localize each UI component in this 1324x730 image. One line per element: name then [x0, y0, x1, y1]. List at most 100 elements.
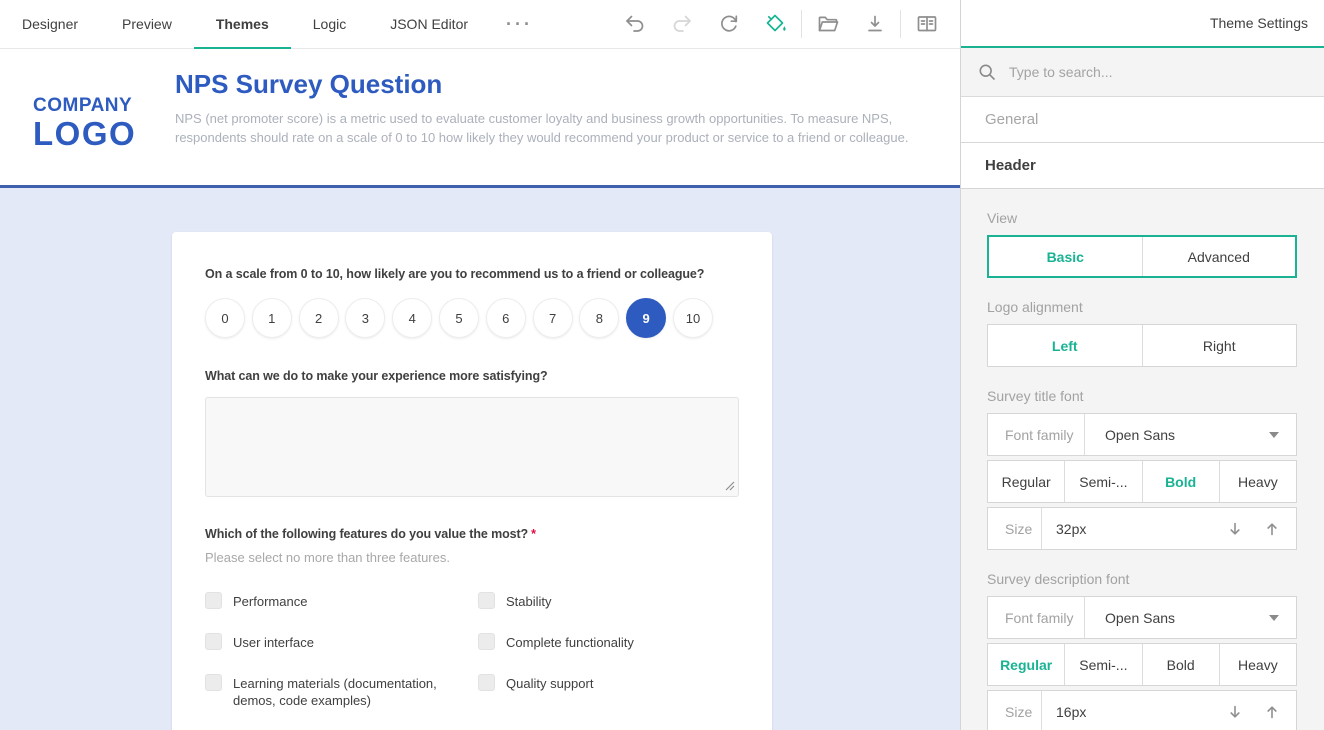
toolbar-separator [900, 10, 901, 38]
comment-input-wrap [205, 397, 739, 497]
nps-option-10[interactable]: 10 [673, 298, 713, 338]
features-question-subtitle: Please select no more than three feature… [205, 550, 739, 565]
description-font-size-row: Size 16px [987, 690, 1297, 730]
theme-palette-icon [764, 12, 788, 36]
nps-option-7[interactable]: 7 [533, 298, 573, 338]
survey-preview-area: On a scale from 0 to 10, how likely are … [0, 188, 960, 730]
checkbox-quality-support[interactable] [478, 674, 495, 691]
features-question-title: Which of the following features do you v… [205, 527, 739, 541]
nps-option-5[interactable]: 5 [439, 298, 479, 338]
theme-toolbar [611, 0, 960, 48]
undo-icon [623, 12, 647, 36]
redo-button[interactable] [658, 0, 705, 48]
section-header[interactable]: Header [961, 143, 1324, 189]
title-font-family-select[interactable]: Open Sans [1085, 427, 1269, 443]
arrow-up-icon [1264, 704, 1280, 720]
nps-option-8[interactable]: 8 [579, 298, 619, 338]
title-font-size-input[interactable]: 32px [1042, 521, 1216, 537]
nps-option-9-selected[interactable]: 9 [626, 298, 666, 338]
choice-learning-materials: Learning materials (documentation, demos… [205, 674, 478, 709]
view-basic-button[interactable]: Basic [989, 237, 1142, 276]
reset-theme-button[interactable] [705, 0, 752, 48]
open-file-icon [816, 12, 840, 36]
description-size-decrease-button[interactable] [1216, 704, 1253, 720]
checkbox-stability[interactable] [478, 592, 495, 609]
view-advanced-button[interactable]: Advanced [1142, 237, 1296, 276]
main-area: Designer Preview Themes Logic JSON Edito… [0, 0, 960, 730]
title-weight-regular-button[interactable]: Regular [988, 461, 1064, 502]
creator-tabbar: Designer Preview Themes Logic JSON Edito… [0, 0, 960, 49]
export-theme-button[interactable] [851, 0, 898, 48]
logo-align-right-button[interactable]: Right [1142, 325, 1297, 366]
arrow-down-icon [1227, 704, 1243, 720]
header-section-content: View Basic Advanced Logo alignment Left … [961, 189, 1324, 730]
nps-option-6[interactable]: 6 [486, 298, 526, 338]
checkbox-learning-materials[interactable] [205, 674, 222, 691]
toolbar-separator [801, 10, 802, 38]
features-choices: Performance Stability User interface [205, 592, 739, 709]
nps-option-1[interactable]: 1 [252, 298, 292, 338]
title-weight-heavy-button[interactable]: Heavy [1219, 461, 1296, 502]
survey-description-font-label: Survey description font [987, 571, 1297, 587]
theme-settings-panel: Theme Settings General Header View Basic… [960, 0, 1324, 730]
nps-option-3[interactable]: 3 [345, 298, 385, 338]
title-weight-bold-button[interactable]: Bold [1142, 461, 1219, 502]
settings-panel-icon [915, 12, 939, 36]
choice-performance: Performance [205, 592, 478, 610]
description-font-family-select[interactable]: Open Sans [1085, 610, 1269, 626]
section-general[interactable]: General [961, 97, 1324, 143]
chevron-down-icon[interactable] [1269, 615, 1279, 621]
nps-question-title: On a scale from 0 to 10, how likely are … [205, 267, 739, 281]
tab-logic[interactable]: Logic [291, 0, 368, 48]
reset-theme-icon [717, 12, 741, 36]
import-theme-button[interactable] [804, 0, 851, 48]
company-logo: COMPANY LOGO [33, 96, 163, 185]
choice-complete-functionality: Complete functionality [478, 633, 739, 651]
title-font-size-row: Size 32px [987, 507, 1297, 550]
description-weight-regular-button[interactable]: Regular [988, 644, 1064, 685]
view-label: View [987, 210, 1297, 226]
survey-title-font-label: Survey title font [987, 388, 1297, 404]
redo-icon [670, 12, 694, 36]
chevron-down-icon[interactable] [1269, 432, 1279, 438]
survey-page-card: On a scale from 0 to 10, how likely are … [172, 232, 772, 730]
checkbox-user-interface[interactable] [205, 633, 222, 650]
tab-preview[interactable]: Preview [100, 0, 194, 48]
view-toggle: Basic Advanced [987, 235, 1297, 278]
tab-json-editor[interactable]: JSON Editor [368, 0, 490, 48]
nps-option-0[interactable]: 0 [205, 298, 245, 338]
toggle-settings-panel-button[interactable] [903, 0, 950, 48]
title-size-decrease-button[interactable] [1216, 521, 1253, 537]
comment-textarea[interactable] [205, 397, 739, 497]
comment-question-title: What can we do to make your experience m… [205, 369, 739, 383]
choice-stability: Stability [478, 592, 739, 610]
description-font-size-input[interactable]: 16px [1042, 704, 1216, 720]
resize-grip-icon[interactable] [725, 481, 735, 491]
description-font-family-row: Font family Open Sans [987, 596, 1297, 639]
description-weight-semibold-button[interactable]: Semi-... [1064, 644, 1141, 685]
nps-option-4[interactable]: 4 [392, 298, 432, 338]
choice-user-interface: User interface [205, 633, 478, 651]
apply-theme-button[interactable] [752, 0, 799, 48]
title-size-increase-button[interactable] [1253, 521, 1290, 537]
checkbox-complete-functionality[interactable] [478, 633, 495, 650]
more-tabs-button[interactable]: ··· [490, 0, 549, 48]
search-input[interactable] [1009, 64, 1308, 80]
checkbox-performance[interactable] [205, 592, 222, 609]
title-font-weight-group: Regular Semi-... Bold Heavy [987, 460, 1297, 503]
panel-title: Theme Settings [1210, 15, 1308, 31]
description-weight-bold-button[interactable]: Bold [1142, 644, 1219, 685]
title-font-family-row: Font family Open Sans [987, 413, 1297, 456]
description-size-increase-button[interactable] [1253, 704, 1290, 720]
title-weight-semibold-button[interactable]: Semi-... [1064, 461, 1141, 502]
nps-option-2[interactable]: 2 [299, 298, 339, 338]
survey-header-text: NPS Survey Question NPS (net promoter sc… [175, 49, 927, 185]
tab-designer[interactable]: Designer [0, 0, 100, 48]
description-font-weight-group: Regular Semi-... Bold Heavy [987, 643, 1297, 686]
survey-description: NPS (net promoter score) is a metric use… [175, 109, 923, 147]
tab-themes[interactable]: Themes [194, 0, 291, 48]
undo-button[interactable] [611, 0, 658, 48]
logo-text-line1: COMPANY [33, 96, 163, 115]
description-weight-heavy-button[interactable]: Heavy [1219, 644, 1296, 685]
logo-align-left-button[interactable]: Left [988, 325, 1142, 366]
